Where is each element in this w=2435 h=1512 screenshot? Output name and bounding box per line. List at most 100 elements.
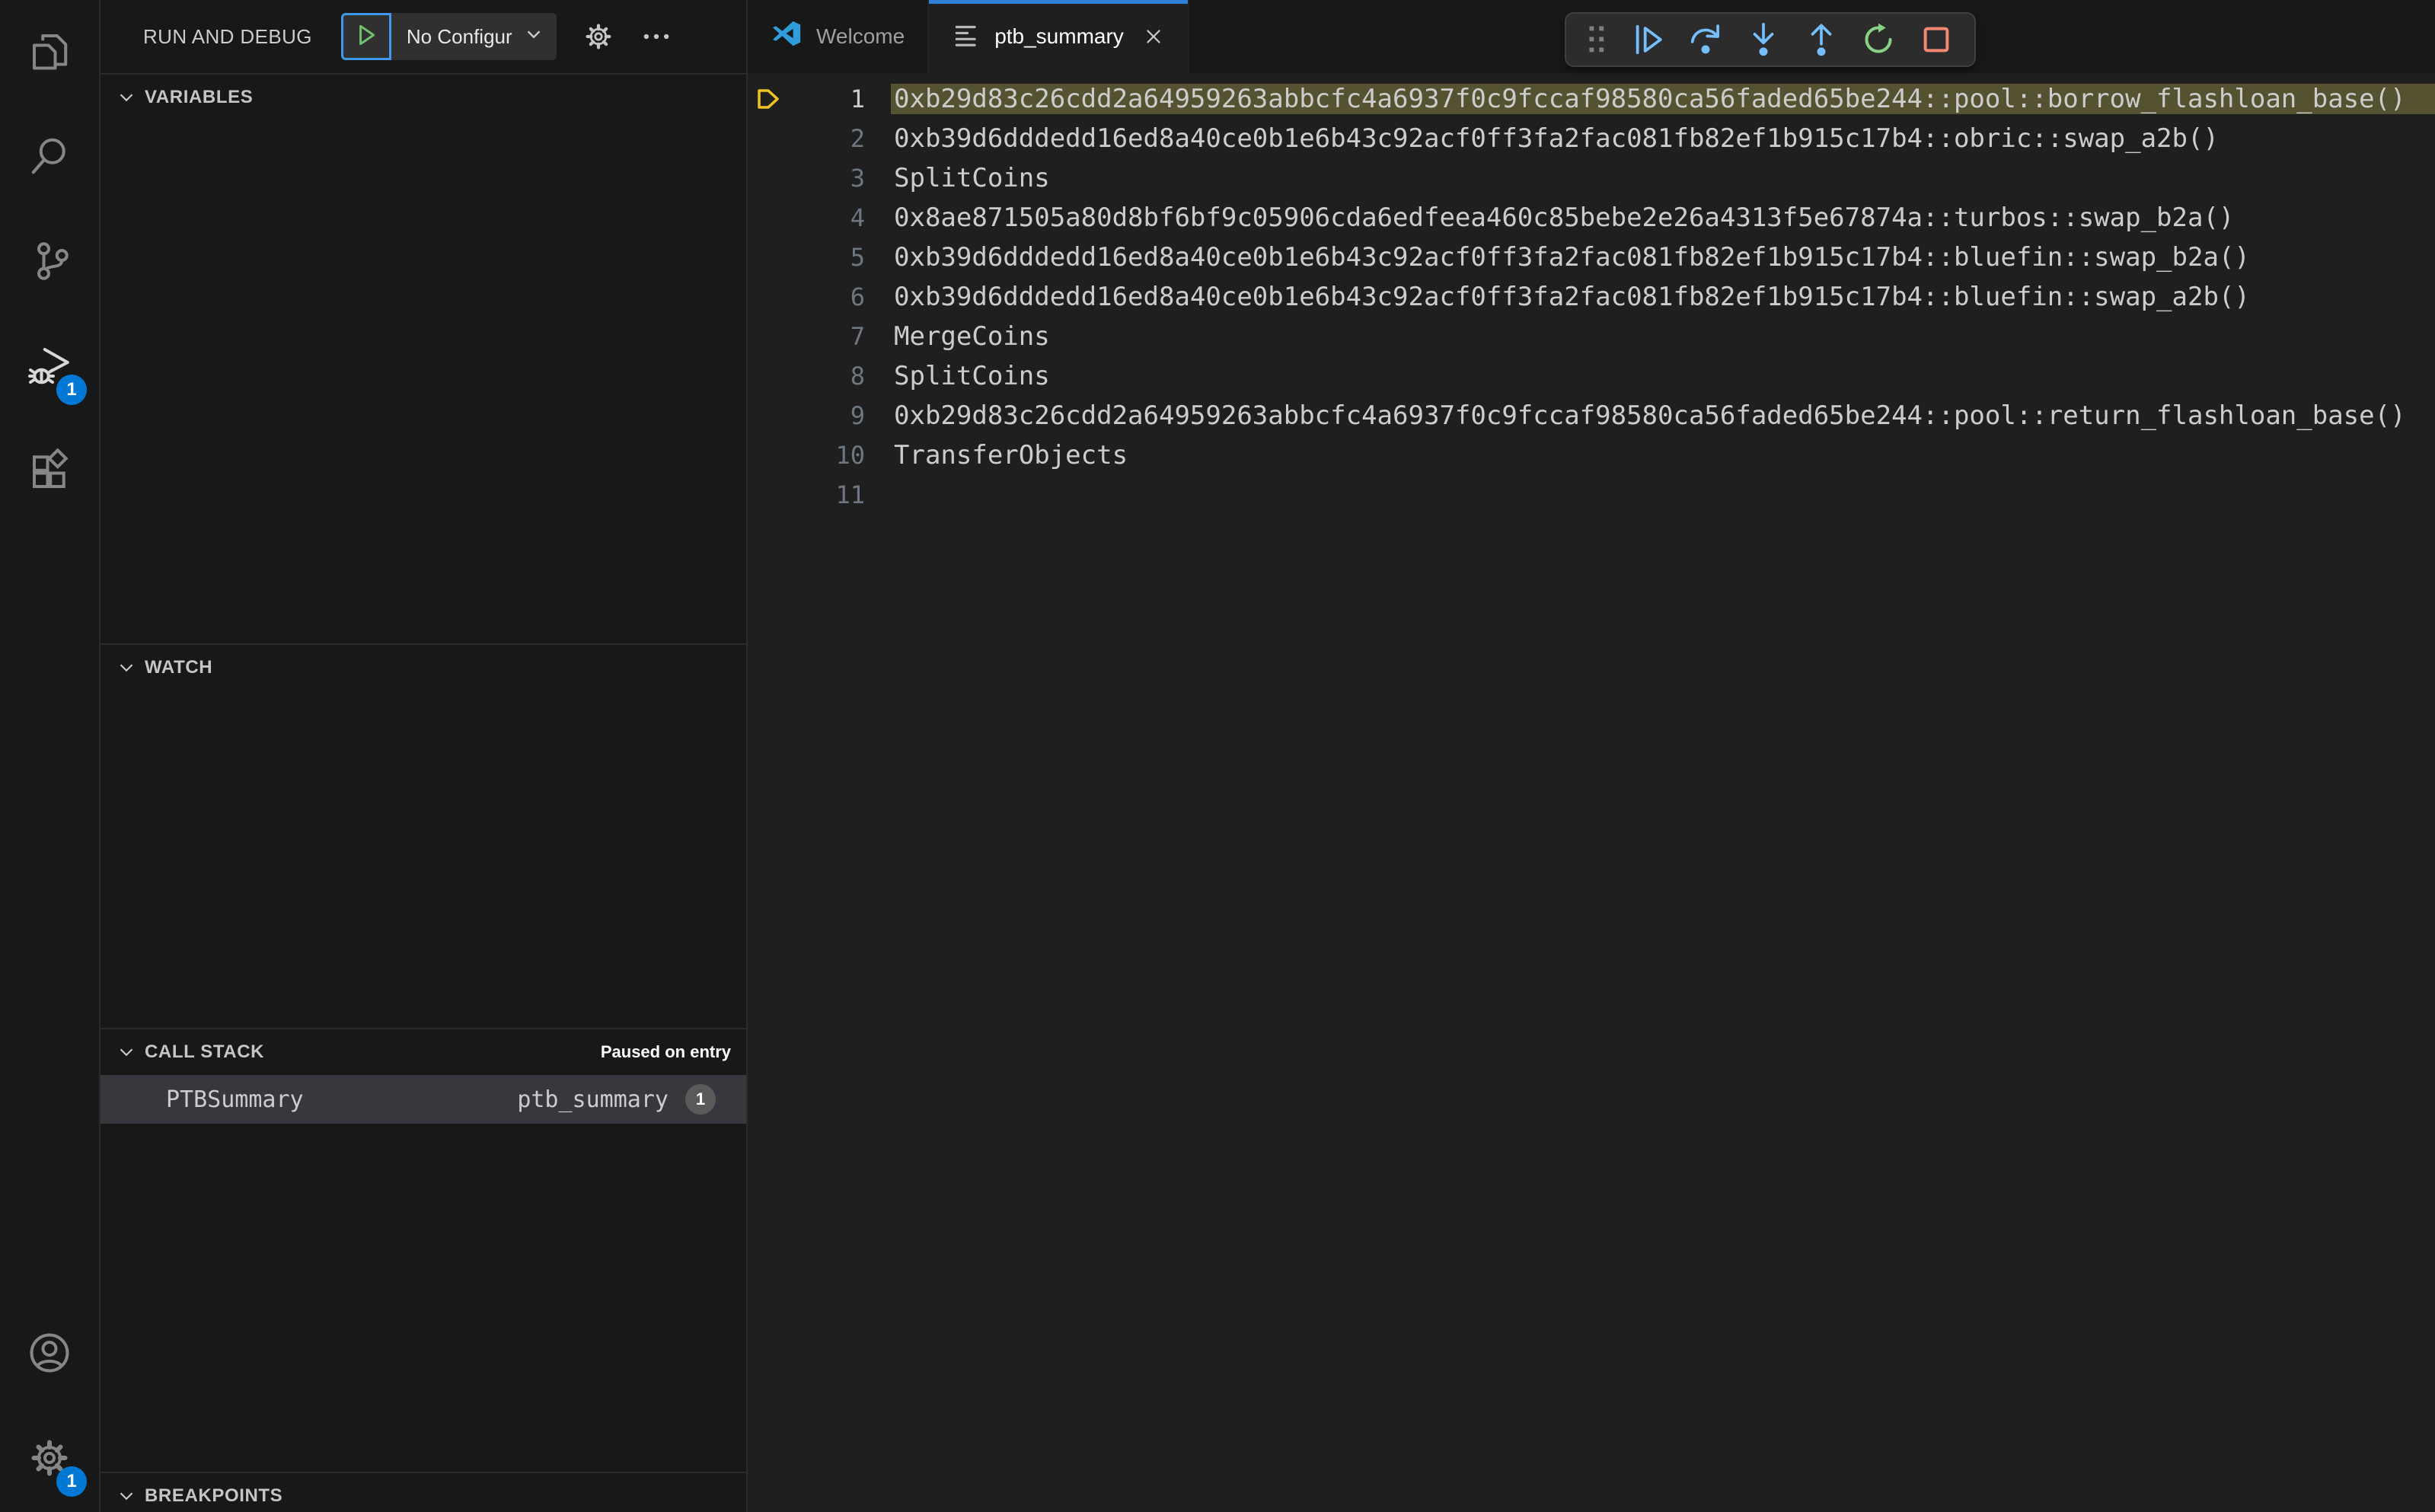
chevron-down-icon — [117, 88, 136, 107]
accounts-button[interactable] — [0, 1302, 99, 1407]
line-number[interactable]: 3 — [792, 164, 865, 193]
start-debugging-button[interactable] — [340, 13, 391, 60]
files-icon — [27, 28, 72, 78]
sidebar-item-search[interactable] — [0, 105, 99, 210]
breakpoints-section-header[interactable]: BREAKPOINTS — [101, 1473, 746, 1512]
stop-button[interactable] — [1919, 22, 1954, 57]
tab-welcome[interactable]: Welcome — [748, 0, 930, 73]
play-icon — [353, 22, 379, 52]
code-text: 0xb39d6dddedd16ed8a40ce0b1e6b43c92acf0ff… — [894, 123, 2219, 154]
code-line[interactable]: 6 0xb39d6dddedd16ed8a40ce0b1e6b43c92acf0f… — [748, 277, 2435, 317]
code-line[interactable]: 1 0xb29d83c26cdd2a64959263abbcfc4a6937f0c… — [748, 79, 2435, 119]
editor-group: Welcome ptb_summary 1 0xb29d83c26cdd2a64… — [748, 0, 2435, 1512]
line-number[interactable]: 7 — [792, 322, 865, 351]
code-text: 0xb39d6dddedd16ed8a40ce0b1e6b43c92acf0ff… — [894, 242, 2250, 273]
code-text: 0xb29d83c26cdd2a64959263abbcfc4a6937f0c9… — [894, 400, 2406, 431]
activity-bar: 1 1 — [0, 0, 101, 1512]
call-stack-section-label: CALL STACK — [145, 1041, 265, 1062]
line-number[interactable]: 9 — [792, 401, 865, 430]
extensions-icon — [27, 447, 72, 498]
activity-bar-spacer — [0, 525, 99, 1302]
launch-configuration-control: No Configur — [340, 13, 557, 60]
watch-section: WATCH — [101, 643, 746, 1028]
configuration-dropdown[interactable]: No Configur — [391, 13, 557, 60]
code-text: TransferObjects — [894, 440, 1128, 471]
list-icon — [952, 20, 981, 54]
code-line[interactable]: 5 0xb39d6dddedd16ed8a40ce0b1e6b43c92acf0f… — [748, 238, 2435, 277]
chevron-down-icon — [117, 1043, 136, 1061]
continue-button[interactable] — [1631, 22, 1666, 57]
sidebar-item-source-control[interactable] — [0, 210, 99, 315]
account-icon — [27, 1330, 72, 1380]
breakpoints-section-label: BREAKPOINTS — [145, 1485, 283, 1506]
line-number[interactable]: 1 — [792, 85, 865, 113]
code-lines: 1 0xb29d83c26cdd2a64959263abbcfc4a6937f0c… — [748, 73, 2435, 1512]
code-text: 0x8ae871505a80d8bf6bf9c05906cda6edfeea46… — [894, 203, 2235, 233]
sidebar-item-run-and-debug[interactable]: 1 — [0, 315, 99, 420]
variables-section-header[interactable]: VARIABLES — [101, 75, 746, 120]
close-icon[interactable] — [1142, 25, 1165, 48]
debug-current-line-arrow-icon[interactable] — [748, 85, 792, 113]
configuration-label: No Configur — [406, 24, 512, 48]
code-line[interactable]: 9 0xb29d83c26cdd2a64959263abbcfc4a6937f0c… — [748, 396, 2435, 435]
stack-frame-name: PTBSummary — [166, 1086, 304, 1113]
code-line[interactable]: 8 SplitCoins — [748, 356, 2435, 396]
stack-frame-row[interactable]: PTBSummary ptb_summary 1 — [101, 1075, 746, 1124]
code-line[interactable]: 4 0x8ae871505a80d8bf6bf9c05906cda6edfeea4… — [748, 198, 2435, 238]
vscode-logo-icon — [771, 18, 803, 56]
watch-section-header[interactable]: WATCH — [101, 645, 746, 691]
code-text: SplitCoins — [894, 163, 1050, 193]
debug-toolbar — [1565, 12, 1976, 67]
toolbar-drag-handle[interactable] — [1587, 24, 1608, 56]
line-number[interactable]: 10 — [792, 441, 865, 470]
code-line[interactable]: 3 SplitCoins — [748, 158, 2435, 198]
step-into-button[interactable] — [1746, 22, 1781, 57]
code-line[interactable]: 7 MergeCoins — [748, 317, 2435, 356]
sidebar-item-extensions[interactable] — [0, 420, 99, 525]
line-number[interactable]: 6 — [792, 282, 865, 311]
line-number[interactable]: 11 — [792, 480, 865, 509]
chevron-down-icon — [117, 1487, 136, 1505]
sidebar-title: RUN AND DEBUG — [143, 24, 312, 48]
tab-bar: Welcome ptb_summary — [748, 0, 2435, 73]
step-over-button[interactable] — [1688, 22, 1723, 57]
variables-section-label: VARIABLES — [145, 87, 254, 107]
sidebar-item-explorer[interactable] — [0, 0, 99, 105]
line-number[interactable]: 8 — [792, 362, 865, 391]
tab-label: Welcome — [816, 24, 905, 48]
debug-badge: 1 — [56, 375, 87, 405]
variables-section: VARIABLES — [101, 73, 746, 643]
line-number[interactable]: 2 — [792, 124, 865, 153]
settings-badge: 1 — [56, 1466, 87, 1497]
watch-section-label: WATCH — [145, 657, 213, 678]
stack-frame-file: ptb_summary — [517, 1086, 669, 1113]
call-stack-section: CALL STACK Paused on entry PTBSummary pt… — [101, 1028, 746, 1472]
line-number[interactable]: 5 — [792, 243, 865, 272]
code-line[interactable]: 2 0xb39d6dddedd16ed8a40ce0b1e6b43c92acf0f… — [748, 119, 2435, 158]
sidebar-header: RUN AND DEBUG No Configur — [101, 0, 746, 73]
more-actions-button[interactable] — [640, 21, 672, 53]
settings-button[interactable]: 1 — [0, 1407, 99, 1512]
tab-label: ptb_summary — [994, 24, 1124, 48]
tab-ptb-summary[interactable]: ptb_summary — [929, 0, 1189, 73]
stack-frame-line-badge: 1 — [685, 1084, 716, 1115]
chevron-down-icon — [117, 659, 136, 677]
run-and-debug-sidebar: RUN AND DEBUG No Configur VARIABLES WATC… — [101, 0, 748, 1512]
debug-settings-gear-button[interactable] — [582, 21, 614, 53]
line-number[interactable]: 4 — [792, 203, 865, 232]
restart-button[interactable] — [1861, 22, 1896, 57]
call-stack-section-header[interactable]: CALL STACK Paused on entry — [101, 1029, 746, 1075]
code-line[interactable]: 11 — [748, 475, 2435, 515]
search-icon — [27, 133, 72, 183]
code-text: 0xb39d6dddedd16ed8a40ce0b1e6b43c92acf0ff… — [894, 282, 2250, 312]
breakpoints-section: BREAKPOINTS — [101, 1472, 746, 1512]
chevron-down-icon — [525, 25, 543, 49]
stack-frame-location: ptb_summary 1 — [517, 1084, 716, 1115]
code-line[interactable]: 10 TransferObjects — [748, 435, 2435, 475]
code-text: MergeCoins — [894, 321, 1050, 352]
code-text: SplitCoins — [894, 361, 1050, 391]
paused-status-label: Paused on entry — [600, 1042, 731, 1061]
vscode-window: 1 1 RUN AND DEBUG No Configur VARIABLES … — [0, 0, 2435, 1512]
step-out-button[interactable] — [1804, 22, 1839, 57]
source-control-icon — [27, 238, 72, 288]
